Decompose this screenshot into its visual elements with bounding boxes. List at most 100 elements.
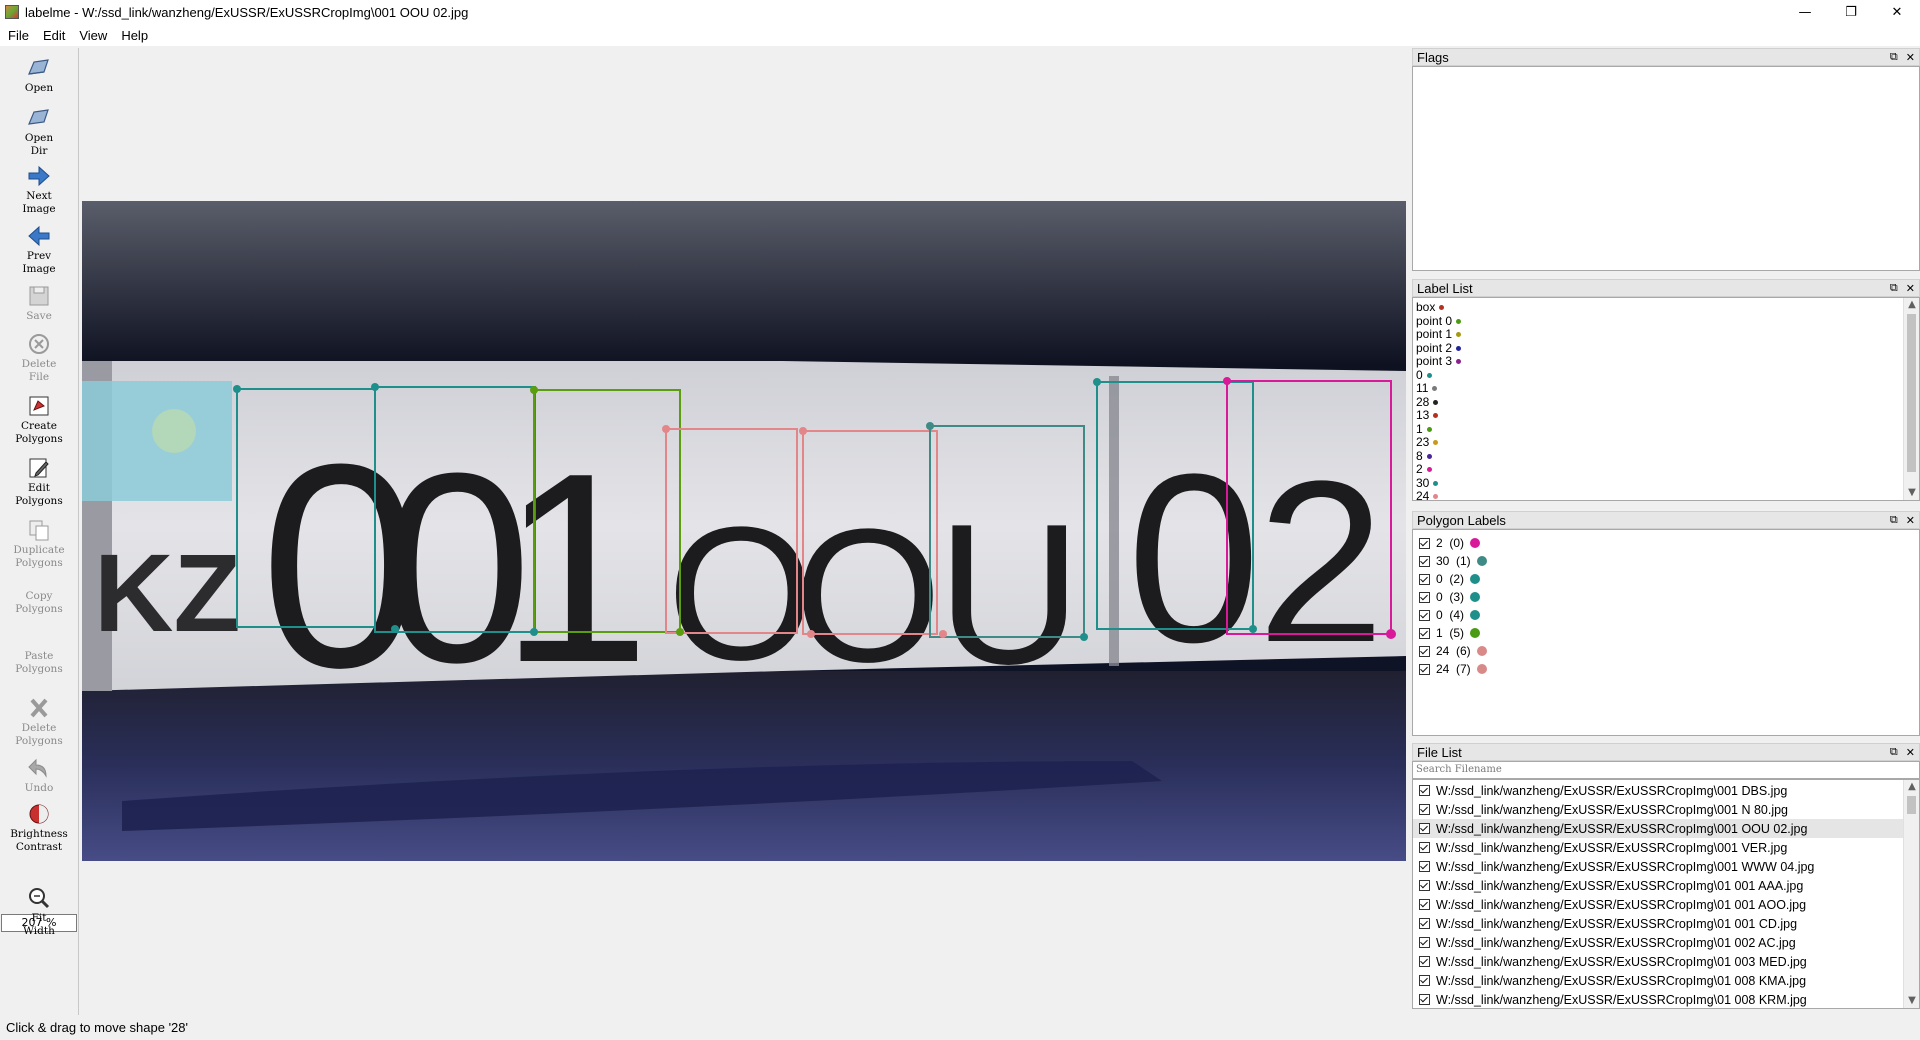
label-list-item[interactable]: 8 (1413, 449, 1919, 464)
label-list-item[interactable]: box (1413, 300, 1919, 315)
file-list-item[interactable]: W:/ssd_link/wanzheng/ExUSSR/ExUSSRCropIm… (1413, 971, 1905, 990)
file-checked-checkbox[interactable] (1419, 842, 1430, 853)
menu-help[interactable]: Help (115, 28, 154, 43)
polygon-visible-checkbox[interactable] (1419, 537, 1430, 549)
restore-button[interactable]: ❐ (1828, 0, 1874, 24)
file-list-item[interactable]: W:/ssd_link/wanzheng/ExUSSR/ExUSSRCropIm… (1413, 857, 1905, 876)
file-checked-checkbox[interactable] (1419, 956, 1430, 967)
create-polygons-button[interactable]: Create Polygons (0, 394, 78, 446)
vertex-handle[interactable] (1093, 378, 1101, 386)
label-list-scrollbar[interactable]: ▲ ▼ (1903, 298, 1919, 500)
vertex-handle[interactable] (371, 383, 379, 391)
file-checked-checkbox[interactable] (1419, 804, 1430, 815)
scroll-down-icon[interactable]: ▼ (1904, 994, 1919, 1008)
scroll-up-icon[interactable]: ▲ (1904, 298, 1919, 312)
minimize-button[interactable]: — (1782, 0, 1828, 24)
file-list-item[interactable]: W:/ssd_link/wanzheng/ExUSSR/ExUSSRCropIm… (1413, 933, 1905, 952)
prev-image-button[interactable]: Prev Image (0, 224, 78, 276)
polygon-label-item[interactable]: 24 (6) (1413, 642, 1919, 660)
label-list-item[interactable]: 24 (1413, 489, 1919, 500)
vertex-handle[interactable] (676, 628, 684, 636)
float-icon[interactable]: ⧉ (1890, 281, 1898, 295)
file-checked-checkbox[interactable] (1419, 880, 1430, 891)
file-list-item[interactable]: W:/ssd_link/wanzheng/ExUSSR/ExUSSRCropIm… (1413, 800, 1905, 819)
file-checked-checkbox[interactable] (1419, 899, 1430, 910)
open-dir-button[interactable]: Open Dir (0, 106, 78, 158)
next-image-button[interactable]: Next Image (0, 164, 78, 216)
scroll-thumb[interactable] (1907, 314, 1916, 472)
label-list-item[interactable]: 28 (1413, 395, 1919, 410)
polygon-label-item[interactable]: 1 (5) (1413, 624, 1919, 642)
delete-file-button[interactable]: Delete File (0, 332, 78, 384)
polygon-label-item[interactable]: 0 (3) (1413, 588, 1919, 606)
brightness-contrast-button[interactable]: Brightness Contrast (0, 802, 78, 854)
file-list-item[interactable]: W:/ssd_link/wanzheng/ExUSSR/ExUSSRCropIm… (1413, 990, 1905, 1008)
open-button[interactable]: Open (0, 56, 78, 95)
file-list-item[interactable]: W:/ssd_link/wanzheng/ExUSSR/ExUSSRCropIm… (1413, 876, 1905, 895)
polygon-visible-checkbox[interactable] (1419, 573, 1430, 585)
label-list-item[interactable]: point 1 (1413, 327, 1919, 342)
file-checked-checkbox[interactable] (1419, 785, 1430, 796)
float-icon[interactable]: ⧉ (1890, 745, 1898, 759)
file-checked-checkbox[interactable] (1419, 937, 1430, 948)
vertex-handle[interactable] (799, 427, 807, 435)
file-checked-checkbox[interactable] (1419, 918, 1430, 929)
file-list-item[interactable]: W:/ssd_link/wanzheng/ExUSSR/ExUSSRCropIm… (1413, 952, 1905, 971)
label-list-item[interactable]: 1 (1413, 422, 1919, 437)
vertex-handle[interactable] (662, 425, 670, 433)
file-list-scrollbar[interactable]: ▲ ▼ (1903, 780, 1919, 1008)
scroll-up-icon[interactable]: ▲ (1904, 780, 1919, 794)
vertex-handle[interactable] (1223, 377, 1231, 385)
undo-button[interactable]: Undo (0, 756, 78, 795)
file-checked-checkbox[interactable] (1419, 861, 1430, 872)
label-list-item[interactable]: 11 (1413, 381, 1919, 396)
file-list-item[interactable]: W:/ssd_link/wanzheng/ExUSSR/ExUSSRCropIm… (1413, 838, 1905, 857)
polygon-label-item[interactable]: 30 (1) (1413, 552, 1919, 570)
save-button[interactable]: Save (0, 284, 78, 323)
polygon-visible-checkbox[interactable] (1419, 663, 1430, 675)
file-checked-checkbox[interactable] (1419, 975, 1430, 986)
vertex-handle[interactable] (1386, 629, 1396, 639)
edit-polygons-button[interactable]: Edit Polygons (0, 456, 78, 508)
fit-width-button[interactable]: Fit Width (0, 886, 78, 938)
float-icon[interactable]: ⧉ (1890, 513, 1898, 527)
float-icon[interactable]: ⧉ (1890, 50, 1898, 64)
close-icon[interactable]: ✕ (1906, 746, 1915, 759)
label-list-item[interactable]: 2 (1413, 462, 1919, 477)
copy-polygons-button[interactable]: Copy Polygons (0, 590, 78, 616)
label-list-item[interactable]: 0 (1413, 368, 1919, 383)
menu-view[interactable]: View (73, 28, 113, 43)
delete-polygons-button[interactable]: Delete Polygons (0, 696, 78, 748)
paste-polygons-button[interactable]: Paste Polygons (0, 650, 78, 676)
file-list-item[interactable]: W:/ssd_link/wanzheng/ExUSSR/ExUSSRCropIm… (1413, 819, 1905, 838)
file-list-item[interactable]: W:/ssd_link/wanzheng/ExUSSR/ExUSSRCropIm… (1413, 914, 1905, 933)
vertex-handle[interactable] (939, 630, 947, 638)
close-window-button[interactable]: ✕ (1874, 0, 1920, 24)
vertex-handle[interactable] (1080, 633, 1088, 641)
file-list-item[interactable]: W:/ssd_link/wanzheng/ExUSSR/ExUSSRCropIm… (1413, 781, 1905, 800)
label-list-item[interactable]: 23 (1413, 435, 1919, 450)
menu-edit[interactable]: Edit (37, 28, 71, 43)
vertex-handle[interactable] (530, 628, 538, 636)
polygon-label-item[interactable]: 0 (4) (1413, 606, 1919, 624)
polygon-visible-checkbox[interactable] (1419, 555, 1430, 567)
scroll-thumb[interactable] (1907, 796, 1916, 814)
license-plate-image[interactable]: KZ 0 0 1 O O U 0 2 (82, 201, 1406, 861)
vertex-handle[interactable] (807, 630, 815, 638)
vertex-handle[interactable] (530, 386, 538, 394)
polygon-label-item[interactable]: 2 (0) (1413, 534, 1919, 552)
label-list-item[interactable]: 30 (1413, 476, 1919, 491)
polygon-label-item[interactable]: 0 (2) (1413, 570, 1919, 588)
vertex-handle[interactable] (233, 385, 241, 393)
duplicate-polygons-button[interactable]: Duplicate Polygons (0, 518, 78, 570)
image-canvas[interactable]: KZ 0 0 1 O O U 0 2 (80, 48, 1408, 1015)
polygon-visible-checkbox[interactable] (1419, 591, 1430, 603)
polygon-visible-checkbox[interactable] (1419, 609, 1430, 621)
close-icon[interactable]: ✕ (1906, 514, 1915, 527)
label-list-item[interactable]: point 3 (1413, 354, 1919, 369)
scroll-down-icon[interactable]: ▼ (1904, 486, 1919, 500)
search-filename-input[interactable]: Search Filename (1412, 761, 1920, 779)
label-list-item[interactable]: 13 (1413, 408, 1919, 423)
menu-file[interactable]: File (2, 28, 35, 43)
file-checked-checkbox[interactable] (1419, 994, 1430, 1005)
